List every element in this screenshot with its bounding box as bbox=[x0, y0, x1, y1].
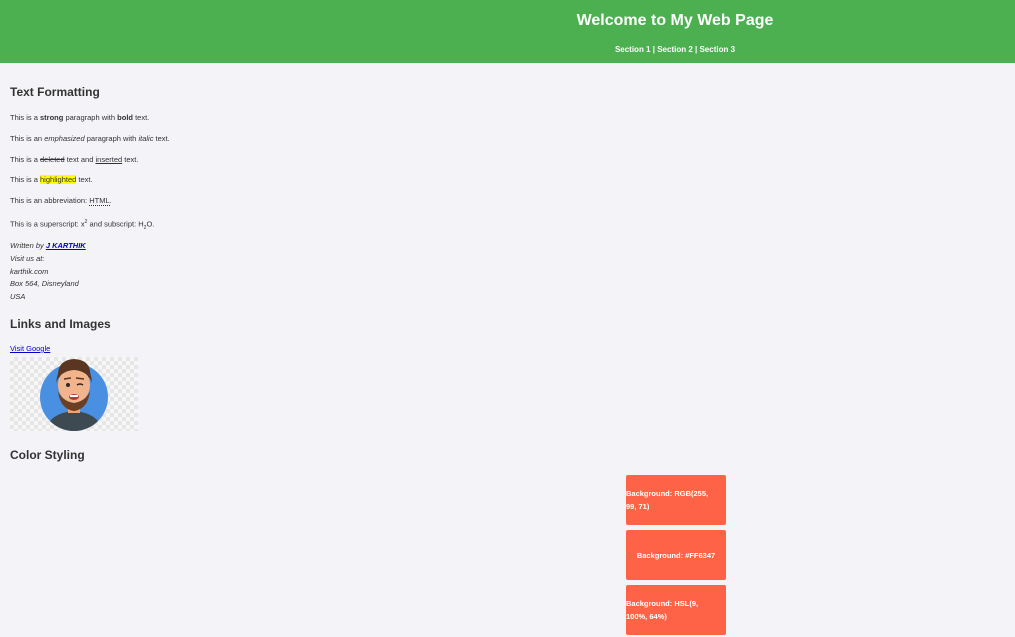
highlight-paragraph: This is a highlighted text. bbox=[10, 175, 93, 184]
bold-text: bold bbox=[117, 113, 133, 122]
emphasized-text: emphasized bbox=[44, 134, 85, 143]
superscript-subscript-paragraph: This is a superscript: x2 and subscript:… bbox=[10, 219, 155, 231]
strong-text: strong bbox=[40, 113, 64, 122]
text-formatting-heading: Text Formatting bbox=[10, 85, 100, 99]
avatar-man-winking-icon bbox=[40, 359, 108, 431]
contact-address: Written by J KARTHIK Visit us at: karthi… bbox=[10, 241, 86, 302]
abbreviation-paragraph: This is an abbreviation: HTML. bbox=[10, 196, 112, 206]
emphasized-paragraph: This is an emphasized paragraph with ita… bbox=[10, 134, 170, 143]
avatar-image bbox=[10, 357, 138, 431]
deleted-text: deleted bbox=[40, 155, 65, 164]
italic-text: italic bbox=[138, 134, 154, 143]
highlighted-text: highlighted bbox=[40, 175, 77, 184]
color-box-hex: Background: #FF6347 bbox=[626, 530, 726, 580]
inserted-text: inserted bbox=[95, 155, 123, 164]
color-box-hsl: Background: HSL(9, 100%, 64%) bbox=[626, 585, 726, 635]
author-link[interactable]: J KARTHIK bbox=[46, 241, 86, 250]
strong-paragraph: This is a strong paragraph with bold tex… bbox=[10, 113, 150, 122]
nav-link-section-2[interactable]: Section 2 bbox=[657, 45, 693, 54]
site-header: Welcome to My Web Page Section 1 | Secti… bbox=[0, 0, 1015, 63]
links-images-heading: Links and Images bbox=[10, 317, 111, 331]
section-nav: Section 1 | Section 2 | Section 3 bbox=[335, 45, 1015, 54]
abbreviation[interactable]: HTML bbox=[89, 196, 110, 206]
deleted-inserted-paragraph: This is a deleted text and inserted text… bbox=[10, 155, 139, 164]
visit-google-link[interactable]: Visit Google bbox=[10, 344, 50, 353]
nav-link-section-3[interactable]: Section 3 bbox=[699, 45, 735, 54]
nav-link-section-1[interactable]: Section 1 bbox=[615, 45, 651, 54]
page-title: Welcome to My Web Page bbox=[576, 12, 774, 29]
color-styling-heading: Color Styling bbox=[10, 448, 85, 462]
color-box-rgb: Background: RGB(255, 99, 71) bbox=[626, 475, 726, 525]
